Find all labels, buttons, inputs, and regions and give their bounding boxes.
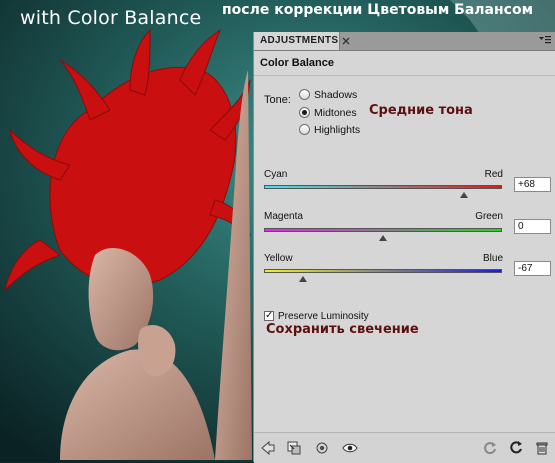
visibility-toggle-icon[interactable] (314, 440, 330, 456)
preserve-luminosity-label: Preserve Luminosity (278, 311, 369, 322)
magenta-green-value-field[interactable]: 0 (514, 219, 551, 234)
radio-label: Shadows (314, 88, 358, 101)
tab-adjustments[interactable]: ADJUSTMENTS (254, 32, 340, 50)
panel-menu-icon[interactable] (538, 34, 552, 48)
radio-button[interactable] (299, 107, 310, 118)
slider-left-label: Magenta (264, 211, 303, 222)
radio-label: Highlights (314, 123, 361, 136)
slider-right-label: Green (475, 211, 503, 222)
panel-bottom-toolbar (254, 432, 555, 463)
panel-title: Color Balance (260, 57, 334, 69)
preserve-luminosity-checkbox[interactable]: ✓ (264, 311, 274, 321)
reset-icon[interactable] (482, 440, 498, 456)
cyan-red-slider-thumb[interactable] (459, 192, 468, 198)
slider-right-label: Red (484, 169, 503, 180)
yellow-blue-value-field[interactable]: -67 (514, 261, 551, 276)
preserve-annotation: Сохранить свечение (266, 322, 419, 337)
radio-button[interactable] (299, 124, 310, 135)
magenta-green-slider-thumb[interactable] (379, 235, 387, 241)
magenta-green-slider-track[interactable] (264, 228, 502, 232)
clip-to-layer-icon[interactable] (286, 440, 302, 456)
radio-highlights[interactable]: Highlights (299, 122, 360, 137)
trash-icon[interactable] (534, 440, 550, 456)
cyan-red-value-field[interactable]: +68 (514, 177, 551, 192)
close-icon[interactable] (342, 37, 350, 45)
cyan-red-slider-track[interactable] (264, 185, 502, 189)
eye-icon[interactable] (342, 440, 358, 456)
caption-russian: после коррекции Цветовым Балансом (222, 2, 534, 18)
radio-button[interactable] (299, 89, 310, 100)
caption-english: with Color Balance (20, 7, 202, 29)
midtones-annotation: Средние тона (369, 103, 473, 118)
adjustments-panel: ADJUSTMENTS Color Balance Tone: Shadows … (253, 32, 555, 463)
radio-label: Midtones (314, 106, 357, 119)
refresh-icon[interactable] (508, 440, 524, 456)
slider-left-label: Yellow (264, 253, 293, 264)
radio-shadows[interactable]: Shadows (299, 87, 357, 102)
tone-label: Tone: (264, 94, 291, 106)
slider-left-label: Cyan (264, 169, 288, 180)
slider-right-label: Blue (482, 253, 503, 264)
yellow-blue-slider-thumb[interactable] (299, 276, 308, 282)
radio-midtones[interactable]: Midtones (299, 105, 357, 120)
back-arrow-icon[interactable] (260, 440, 276, 456)
title-divider (254, 75, 555, 76)
yellow-blue-slider-track[interactable] (264, 269, 502, 273)
panel-tab-bar: ADJUSTMENTS (254, 32, 555, 51)
